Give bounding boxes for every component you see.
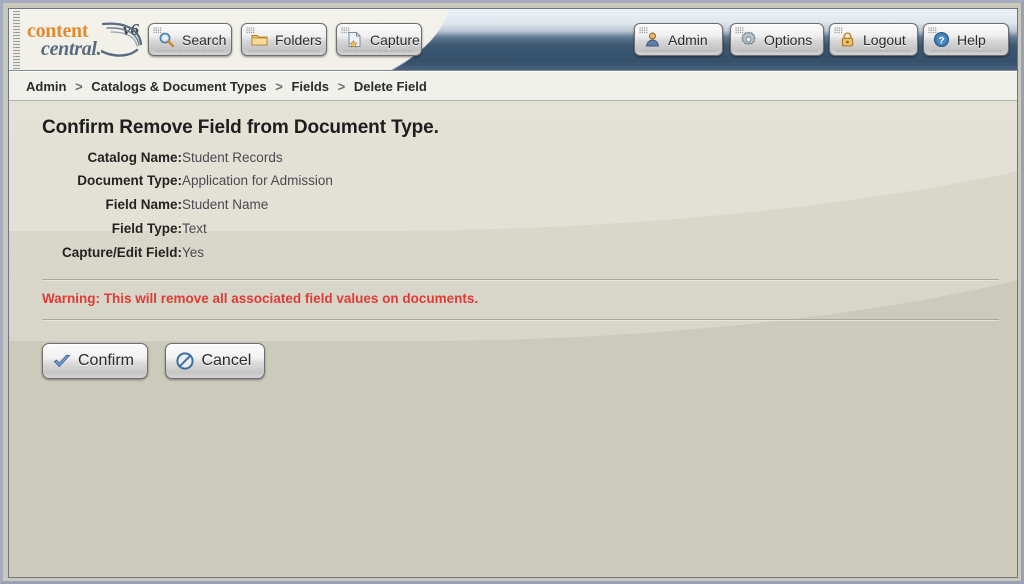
breadcrumb-item-fields[interactable]: Fields	[291, 79, 329, 94]
cancel-button-label: Cancel	[201, 351, 252, 369]
question-icon: ?	[933, 31, 950, 48]
button-texture-bottom	[836, 50, 911, 52]
brand-logo[interactable]: content central. v6	[27, 16, 147, 62]
detail-label-capture-edit-field: Capture/Edit Field:	[62, 245, 183, 261]
warning-message: Warning: This will remove all associated…	[42, 290, 479, 306]
toolbar-button-folders-label: Folders	[275, 31, 322, 48]
button-texture-bottom	[737, 50, 817, 52]
breadcrumb-separator: >	[337, 78, 346, 94]
confirm-button[interactable]: Confirm	[42, 342, 149, 379]
button-texture-bottom	[641, 50, 716, 52]
toolbar-button-admin-label: Admin	[668, 31, 708, 48]
button-texture-bottom	[343, 50, 415, 52]
svg-text:?: ?	[939, 35, 945, 46]
confirm-button-label: Confirm	[78, 351, 135, 369]
field-details-table: Catalog Name: Student Records Document T…	[62, 146, 333, 266]
table-row: Field Name: Student Name	[62, 194, 333, 218]
detail-label-field-name: Field Name:	[105, 197, 183, 213]
breadcrumb-bar: Admin > Catalogs & Document Types > Fiel…	[9, 71, 1017, 101]
detail-value-field-name: Student Name	[182, 197, 269, 213]
toolbar-button-capture-label: Capture	[370, 31, 420, 48]
breadcrumb-item-catalogs-document-types[interactable]: Catalogs & Document Types	[91, 79, 266, 94]
toolbar-button-options[interactable]: Options	[730, 23, 824, 56]
user-icon	[644, 31, 661, 48]
button-texture-bottom	[155, 50, 225, 52]
app-header: content central. v6 Search Folders Captu…	[9, 9, 1017, 71]
detail-value-catalog-name: Student Records	[182, 149, 283, 165]
detail-value-capture-edit-field: Yes	[182, 245, 205, 261]
detail-value-field-type: Text	[182, 221, 207, 237]
padlock-icon	[839, 31, 856, 48]
detail-label-field-type: Field Type:	[111, 221, 183, 237]
capture-icon	[346, 31, 363, 48]
breadcrumb-item-delete-field: Delete Field	[353, 78, 427, 94]
toolbar-button-search[interactable]: Search	[148, 23, 232, 56]
application-inner-frame: content central. v6 Search Folders Captu…	[8, 8, 1018, 578]
detail-label-document-type: Document Type:	[77, 173, 183, 189]
button-texture-bottom	[248, 50, 320, 52]
toolbar-button-folders[interactable]: Folders	[241, 23, 327, 56]
check-icon	[52, 351, 72, 371]
cancel-icon	[175, 351, 195, 371]
page-title: Confirm Remove Field from Document Type.	[42, 117, 439, 138]
toolbar-button-logout-label: Logout	[863, 31, 906, 48]
divider-top	[42, 278, 999, 281]
swoosh-icon	[101, 22, 143, 57]
confirm-delete-panel: Confirm Remove Field from Document Type.…	[9, 101, 1017, 383]
gear-icon	[740, 31, 757, 48]
toolbar-button-help-label: Help	[957, 31, 986, 48]
toolbar-button-logout[interactable]: Logout	[829, 23, 918, 56]
breadcrumb-separator: >	[275, 78, 283, 94]
search-icon	[158, 31, 175, 48]
divider-bottom	[42, 318, 999, 321]
table-row: Catalog Name: Student Records	[62, 146, 333, 170]
application-window: content central. v6 Search Folders Captu…	[0, 0, 1024, 584]
breadcrumb-item-admin[interactable]: Admin	[26, 79, 66, 94]
folder-icon	[251, 31, 268, 48]
breadcrumb: Admin > Catalogs & Document Types > Fiel…	[26, 79, 427, 94]
breadcrumb-separator: >	[75, 78, 83, 94]
table-row: Document Type: Application for Admission	[62, 170, 333, 194]
table-row: Capture/Edit Field: Yes	[62, 242, 333, 266]
header-ribbed-strip	[13, 11, 20, 69]
toolbar-button-help[interactable]: ? Help	[923, 23, 1009, 56]
action-button-row: Confirm Cancel	[42, 342, 1017, 383]
main-content-area: Confirm Remove Field from Document Type.…	[9, 101, 1017, 577]
table-row: Field Type: Text	[62, 218, 333, 242]
brand-name-bottom: central.	[41, 38, 102, 60]
detail-value-document-type: Application for Admission	[182, 173, 333, 189]
button-texture-bottom	[930, 50, 1002, 52]
detail-label-catalog-name: Catalog Name:	[87, 149, 183, 165]
toolbar-button-admin[interactable]: Admin	[634, 23, 723, 56]
toolbar-button-capture[interactable]: Capture	[336, 23, 422, 56]
cancel-button[interactable]: Cancel	[165, 342, 266, 379]
toolbar-button-search-label: Search	[182, 31, 227, 48]
toolbar-button-options-label: Options	[764, 31, 813, 48]
